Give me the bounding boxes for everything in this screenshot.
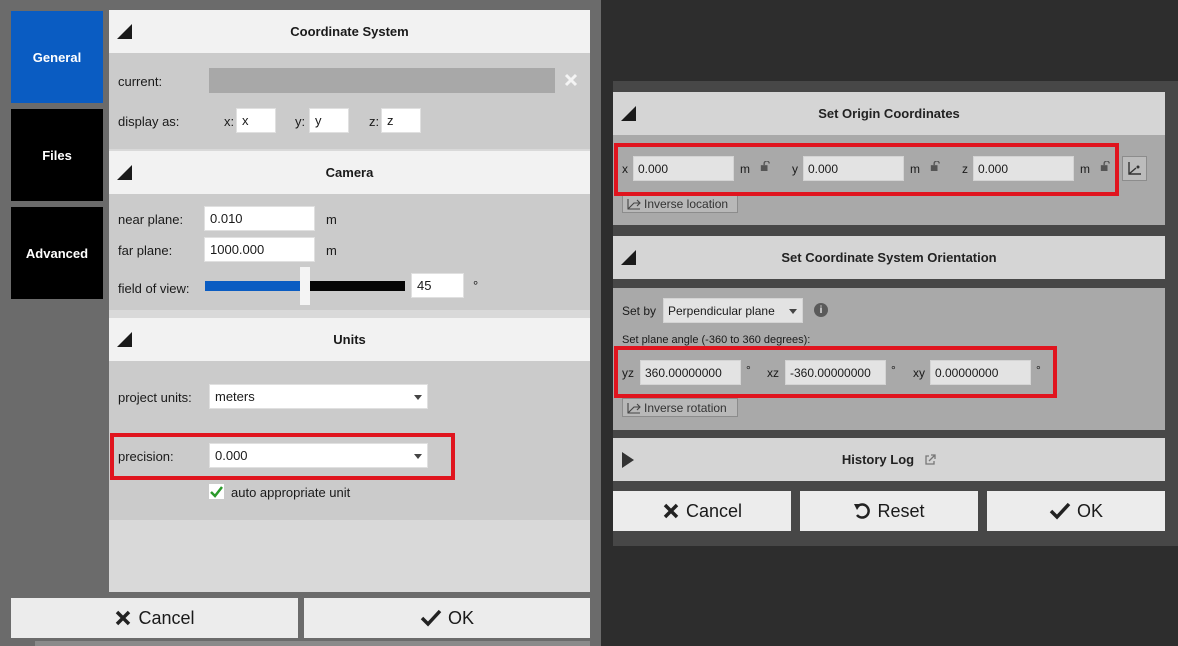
orientation-header[interactable]: Set Coordinate System Orientation: [613, 236, 1165, 279]
external-link-icon[interactable]: [924, 453, 936, 466]
x-display-input[interactable]: x: [236, 108, 276, 133]
camera-body: near plane: 0.010 m far plane: 1000.000 …: [109, 194, 590, 310]
fov-label: field of view:: [118, 281, 190, 296]
cancel-label: Cancel: [685, 500, 743, 521]
inverse-location-label: Inverse location: [644, 196, 729, 211]
tab-advanced-label: Advanced: [25, 245, 89, 261]
origin-header[interactable]: Set Origin Coordinates: [613, 92, 1165, 135]
history-log-header[interactable]: History Log: [613, 438, 1165, 481]
near-plane-label: near plane:: [118, 212, 184, 227]
fov-input[interactable]: 45: [411, 273, 464, 298]
pick-origin-button[interactable]: [1122, 156, 1147, 181]
set-by-label: Set by: [622, 304, 657, 318]
y-display-input[interactable]: y: [309, 108, 349, 133]
plane-angle-label: Set plane angle (-360 to 360 degrees):: [622, 334, 811, 346]
x-label: x:: [224, 114, 235, 129]
tab-general[interactable]: General: [11, 11, 103, 103]
ok-button[interactable]: OK: [987, 491, 1165, 531]
ok-label: OK: [1076, 500, 1103, 521]
fov-slider-handle[interactable]: [300, 267, 310, 305]
far-plane-input[interactable]: 1000.000: [204, 237, 315, 262]
units-header[interactable]: Units: [109, 318, 590, 361]
camera-header[interactable]: Camera: [109, 151, 590, 194]
general-settings-panel: Coordinate System current: display as: x…: [109, 10, 590, 592]
expand-triangle-icon[interactable]: [622, 452, 634, 468]
cancel-button[interactable]: Cancel: [613, 491, 791, 531]
origin-title: Set Origin Coordinates: [818, 106, 960, 121]
fov-unit: °: [473, 278, 479, 293]
cancel-label: Cancel: [138, 607, 195, 628]
ok-label: OK: [447, 607, 474, 628]
tab-files[interactable]: Files: [11, 109, 103, 201]
reset-label: Reset: [877, 500, 925, 521]
coordinate-system-body: current: display as: x: x y: y z: z: [109, 53, 590, 149]
undo-icon: [854, 503, 871, 519]
checkmark-icon: [420, 609, 442, 627]
units-title: Units: [333, 332, 366, 347]
scrollbar[interactable]: [35, 641, 590, 646]
chevron-down-icon: [414, 394, 422, 400]
collapse-triangle-icon[interactable]: [621, 106, 636, 121]
info-icon[interactable]: i: [814, 303, 828, 317]
auto-unit-label: auto appropriate unit: [231, 485, 351, 500]
tab-files-label: Files: [42, 147, 72, 163]
axes-icon: [1128, 162, 1141, 175]
checkmark-icon: [210, 486, 223, 498]
current-coordinate-field[interactable]: [209, 68, 555, 93]
camera-title: Camera: [325, 165, 374, 180]
ok-button[interactable]: OK: [304, 598, 590, 638]
coordinate-system-title: Coordinate System: [290, 24, 409, 39]
close-icon: [116, 610, 131, 626]
checkmark-icon: [1049, 502, 1071, 520]
display-as-label: display as:: [118, 114, 180, 129]
close-icon: [663, 503, 679, 519]
collapse-triangle-icon[interactable]: [117, 24, 132, 39]
far-plane-label: far plane:: [118, 243, 173, 258]
reset-button[interactable]: Reset: [800, 491, 978, 531]
inverse-rotation-label: Inverse rotation: [644, 400, 727, 415]
project-units-value: meters: [215, 389, 255, 404]
precision-highlight: [110, 433, 455, 480]
history-log-title: History Log: [841, 452, 915, 467]
collapse-triangle-icon[interactable]: [117, 165, 132, 180]
cancel-button[interactable]: Cancel: [11, 598, 298, 638]
chevron-down-icon: [789, 308, 797, 314]
clear-icon[interactable]: [564, 73, 578, 87]
collapse-triangle-icon[interactable]: [621, 250, 636, 265]
set-by-value: Perpendicular plane: [668, 303, 775, 318]
project-units-label: project units:: [118, 390, 192, 405]
coordinate-system-header[interactable]: Coordinate System: [109, 10, 590, 53]
project-units-select[interactable]: meters: [209, 384, 428, 409]
collapse-triangle-icon[interactable]: [117, 332, 132, 347]
near-plane-input[interactable]: 0.010: [204, 206, 315, 231]
z-display-input[interactable]: z: [381, 108, 421, 133]
origin-highlight: [614, 143, 1119, 196]
far-plane-unit: m: [326, 243, 337, 258]
y-label: y:: [295, 114, 306, 129]
inverse-icon: [627, 198, 641, 210]
inverse-location-button[interactable]: Inverse location: [622, 194, 738, 213]
orientation-highlight: [614, 346, 1057, 398]
current-label: current:: [118, 74, 163, 89]
set-by-select[interactable]: Perpendicular plane: [663, 298, 803, 323]
tab-advanced[interactable]: Advanced: [11, 207, 103, 299]
inverse-rotation-button[interactable]: Inverse rotation: [622, 398, 738, 417]
fov-slider-fill: [205, 281, 305, 291]
near-plane-unit: m: [326, 212, 337, 227]
inverse-icon: [627, 402, 641, 414]
orientation-title: Set Coordinate System Orientation: [781, 250, 997, 265]
tab-general-label: General: [32, 49, 82, 65]
auto-unit-checkbox[interactable]: [209, 484, 224, 499]
z-label: z:: [369, 114, 380, 129]
